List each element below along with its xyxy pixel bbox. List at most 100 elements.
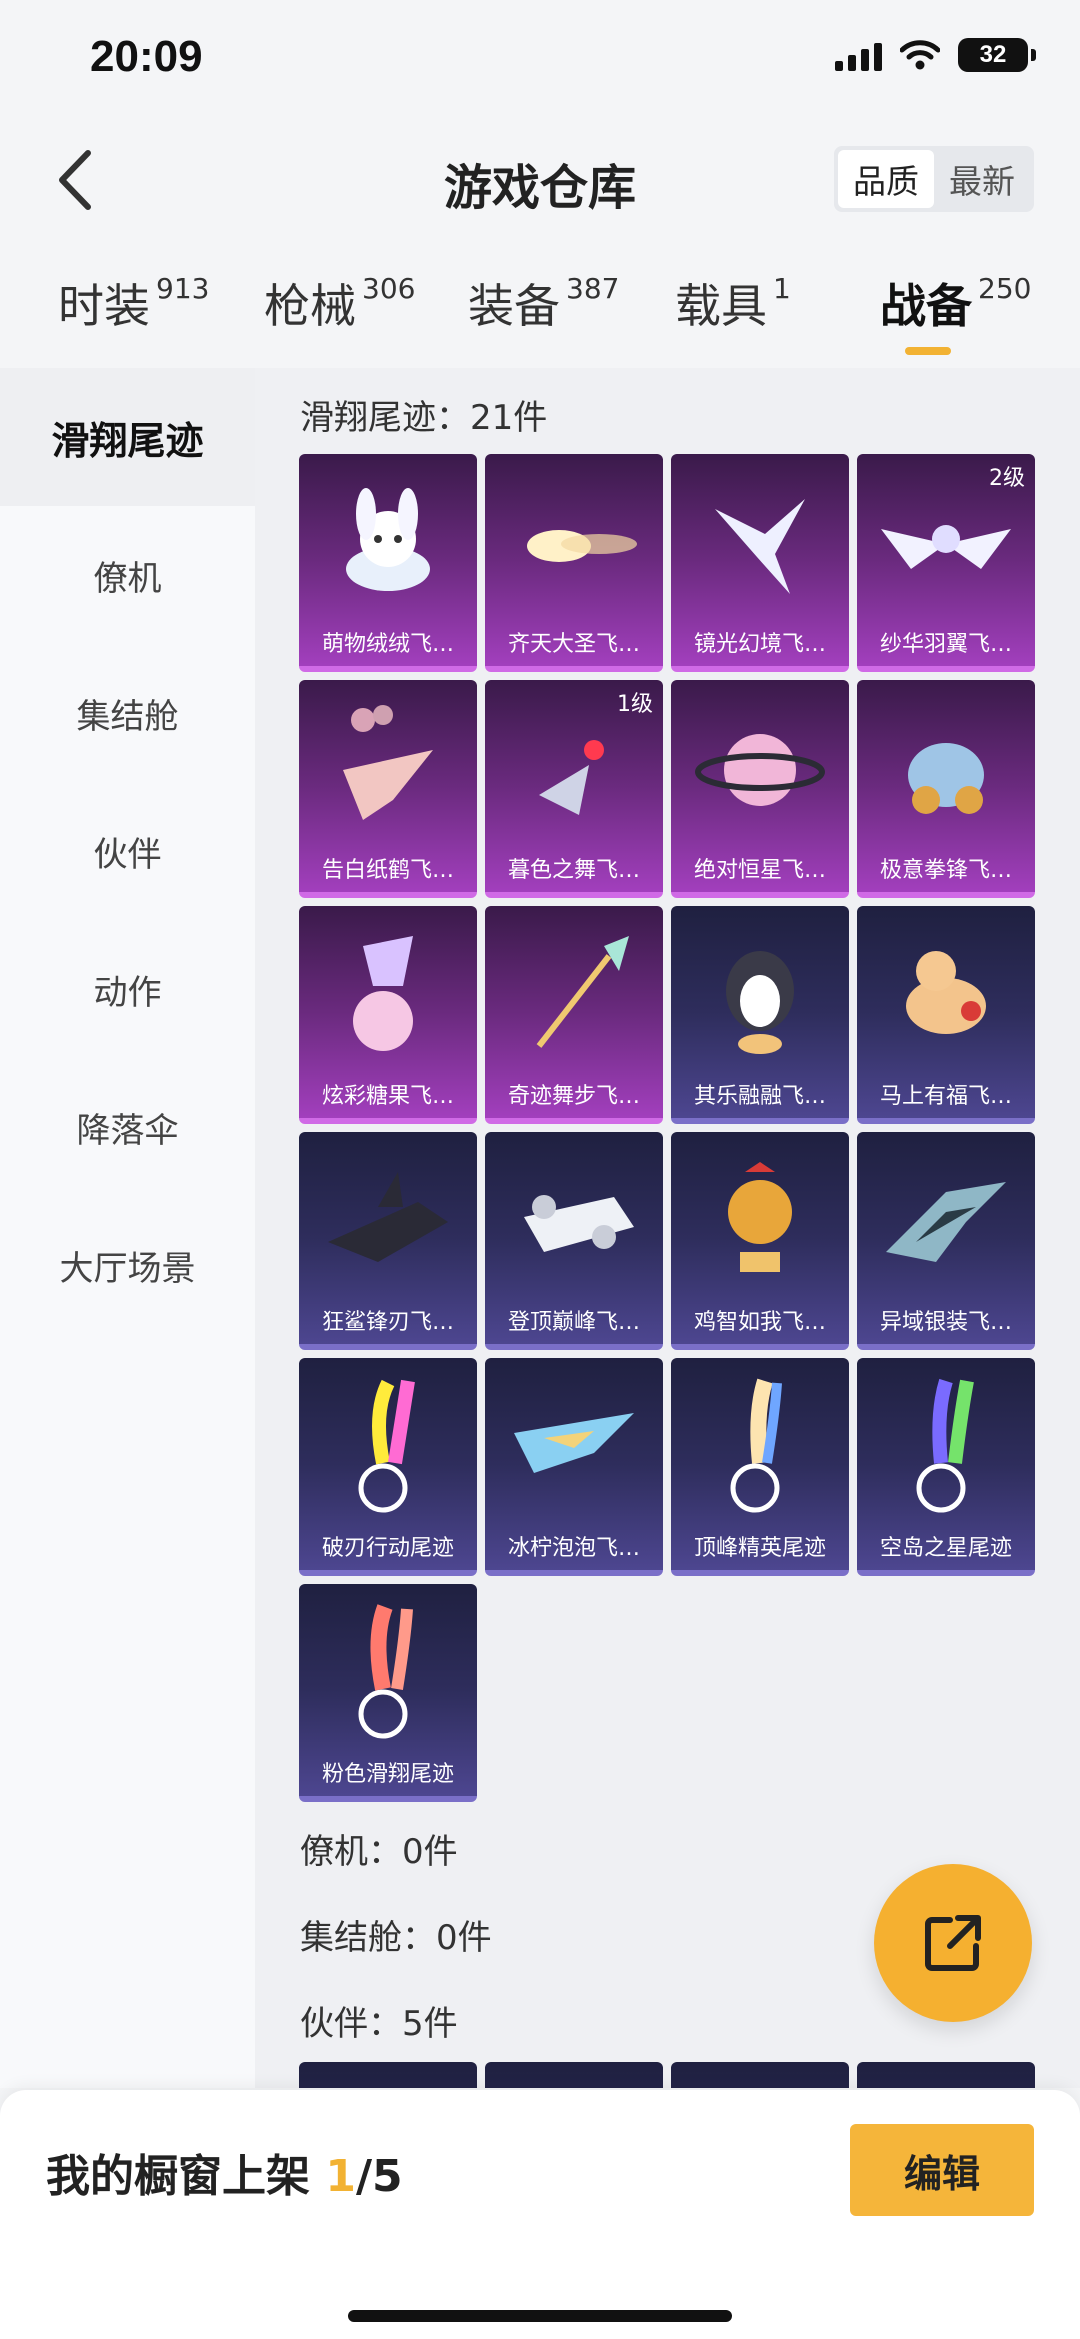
partner-card[interactable]: [857, 2062, 1035, 2088]
plush-bunny-icon: [299, 464, 477, 624]
wifi-icon: [900, 40, 940, 70]
showcase-count-current: 1: [325, 2151, 356, 2202]
sort-newest[interactable]: 最新: [934, 150, 1030, 208]
toy-horse-icon: [857, 916, 1035, 1076]
showcase-label-text: 我的橱窗上架: [46, 2151, 326, 2202]
share-button[interactable]: [874, 1864, 1032, 2022]
item-name: 极意拳锋飞…: [879, 858, 1012, 883]
rooster-icon: [671, 1142, 849, 1302]
edit-button[interactable]: 编辑: [850, 2124, 1034, 2216]
tab-fashion[interactable]: 时装 913: [58, 270, 209, 336]
tab-count: 306: [362, 272, 416, 305]
item-card[interactable]: 告白纸鹤飞…: [299, 680, 477, 898]
sort-toggle[interactable]: 品质 最新: [834, 146, 1034, 212]
tab-guns[interactable]: 枪械 306: [264, 270, 415, 336]
planet-ring-icon: [671, 690, 849, 850]
sidebar-item-partner[interactable]: 伙伴: [0, 782, 255, 920]
item-name: 冰柠泡泡飞…: [507, 1536, 640, 1561]
tab-equipment[interactable]: 装备 387: [468, 270, 619, 336]
shark-jet-icon: [299, 1142, 477, 1302]
section-title-glide: 滑翔尾迹：21件: [300, 398, 548, 438]
item-name: 萌物绒绒飞…: [321, 632, 454, 657]
item-name: 鸡智如我飞…: [693, 1310, 826, 1335]
item-card[interactable]: 齐天大圣飞…: [485, 454, 663, 672]
tab-count: 387: [566, 272, 620, 305]
item-card[interactable]: 狂鲨锋刃飞…: [299, 1132, 477, 1350]
tab-combat-gear[interactable]: 战备 250: [880, 270, 1031, 336]
tab-label: 装备: [468, 279, 560, 333]
item-card[interactable]: 冰柠泡泡飞…: [485, 1358, 663, 1576]
star-trail-icon: [857, 1368, 1035, 1528]
item-card[interactable]: 纱华羽翼飞… 2级: [857, 454, 1035, 672]
tab-label: 枪械: [264, 279, 356, 333]
partner-card[interactable]: [485, 2062, 663, 2088]
item-card[interactable]: 镜光幻境飞…: [671, 454, 849, 672]
section-title-partner: 伙伴：5件: [300, 2004, 458, 2044]
item-card[interactable]: 顶峰精英尾迹: [671, 1358, 849, 1576]
showcase-label: 我的橱窗上架 1/5: [46, 2140, 403, 2204]
candy-icon: [299, 916, 477, 1076]
item-name: 炫彩糖果飞…: [321, 1084, 454, 1109]
partner-card[interactable]: [299, 2062, 477, 2088]
item-card[interactable]: 破刃行动尾迹: [299, 1358, 477, 1576]
sidebar-item-parachute[interactable]: 降落伞: [0, 1058, 255, 1196]
item-card[interactable]: 暮色之舞飞… 1级: [485, 680, 663, 898]
item-name: 粉色滑翔尾迹: [321, 1762, 454, 1787]
status-time: 20:09: [90, 32, 203, 81]
magic-staff-icon: [485, 916, 663, 1076]
crystal-wing-icon: [671, 464, 849, 624]
item-name: 告白纸鹤飞…: [321, 858, 454, 883]
item-name: 奇迹舞步飞…: [507, 1084, 640, 1109]
tab-label: 载具: [675, 279, 767, 333]
sidebar-item-lobby-scene[interactable]: 大厅场景: [0, 1196, 255, 1334]
paper-crane-icon: [299, 690, 477, 850]
elephant-boxer-icon: [857, 690, 1035, 850]
tab-count: 1: [773, 272, 791, 305]
sidebar-item-pod[interactable]: 集结舱: [0, 644, 255, 782]
item-card[interactable]: 炫彩糖果飞…: [299, 906, 477, 1124]
item-name: 镜光幻境飞…: [693, 632, 826, 657]
battery-icon: 32: [958, 38, 1036, 72]
share-external-icon: [925, 1915, 981, 1971]
item-card[interactable]: 其乐融融飞…: [671, 906, 849, 1124]
silver-wing-icon: [857, 1142, 1035, 1302]
tab-label: 战备: [880, 279, 972, 333]
pink-trail-icon: [299, 1594, 477, 1754]
item-card[interactable]: 异域银装飞…: [857, 1132, 1035, 1350]
tab-count: 250: [978, 272, 1032, 305]
item-card[interactable]: 奇迹舞步飞…: [485, 906, 663, 1124]
item-card[interactable]: 马上有福飞…: [857, 906, 1035, 1124]
item-card[interactable]: 空岛之星尾迹: [857, 1358, 1035, 1576]
item-card[interactable]: 绝对恒星飞…: [671, 680, 849, 898]
section-title-wingman: 僚机：0件: [300, 1832, 458, 1872]
item-name: 纱华羽翼飞…: [879, 632, 1012, 657]
tab-count: 913: [156, 272, 210, 305]
sort-quality[interactable]: 品质: [838, 150, 934, 208]
status-icons: 32: [835, 38, 1036, 72]
tab-vehicle[interactable]: 载具 1: [675, 270, 791, 336]
item-name: 暮色之舞飞…: [507, 858, 640, 883]
item-card[interactable]: 萌物绒绒飞…: [299, 454, 477, 672]
sidebar-item-glide-trail[interactable]: 滑翔尾迹: [0, 368, 255, 506]
item-card[interactable]: 鸡智如我飞…: [671, 1132, 849, 1350]
item-name: 登顶巅峰飞…: [507, 1310, 640, 1335]
item-name: 其乐融融飞…: [693, 1084, 826, 1109]
item-name: 绝对恒星飞…: [693, 858, 826, 883]
showcase-bar: 我的橱窗上架 1/5 编辑: [0, 2090, 1080, 2339]
item-card[interactable]: 极意拳锋飞…: [857, 680, 1035, 898]
item-level-badge: 2级: [989, 466, 1025, 491]
lemon-plane-icon: [485, 1368, 663, 1528]
item-card[interactable]: 登顶巅峰飞…: [485, 1132, 663, 1350]
item-card[interactable]: 粉色滑翔尾迹: [299, 1584, 477, 1802]
sidebar-item-wingman[interactable]: 僚机: [0, 506, 255, 644]
signal-icon: [835, 39, 882, 71]
item-content: 滑翔尾迹：21件 萌物绒绒飞… 齐天大圣飞… 镜光幻境飞… 纱华羽翼飞… 2级告白纸鹤飞…: [255, 368, 1080, 2088]
item-name: 齐天大圣飞…: [507, 632, 640, 657]
sidebar-item-emote[interactable]: 动作: [0, 920, 255, 1058]
item-name: 空岛之星尾迹: [879, 1536, 1012, 1561]
item-name: 异域银装飞…: [879, 1310, 1012, 1335]
white-jet-icon: [485, 1142, 663, 1302]
cloud-comet-icon: [485, 464, 663, 624]
partner-card[interactable]: [671, 2062, 849, 2088]
tab-label: 时装: [58, 279, 150, 333]
